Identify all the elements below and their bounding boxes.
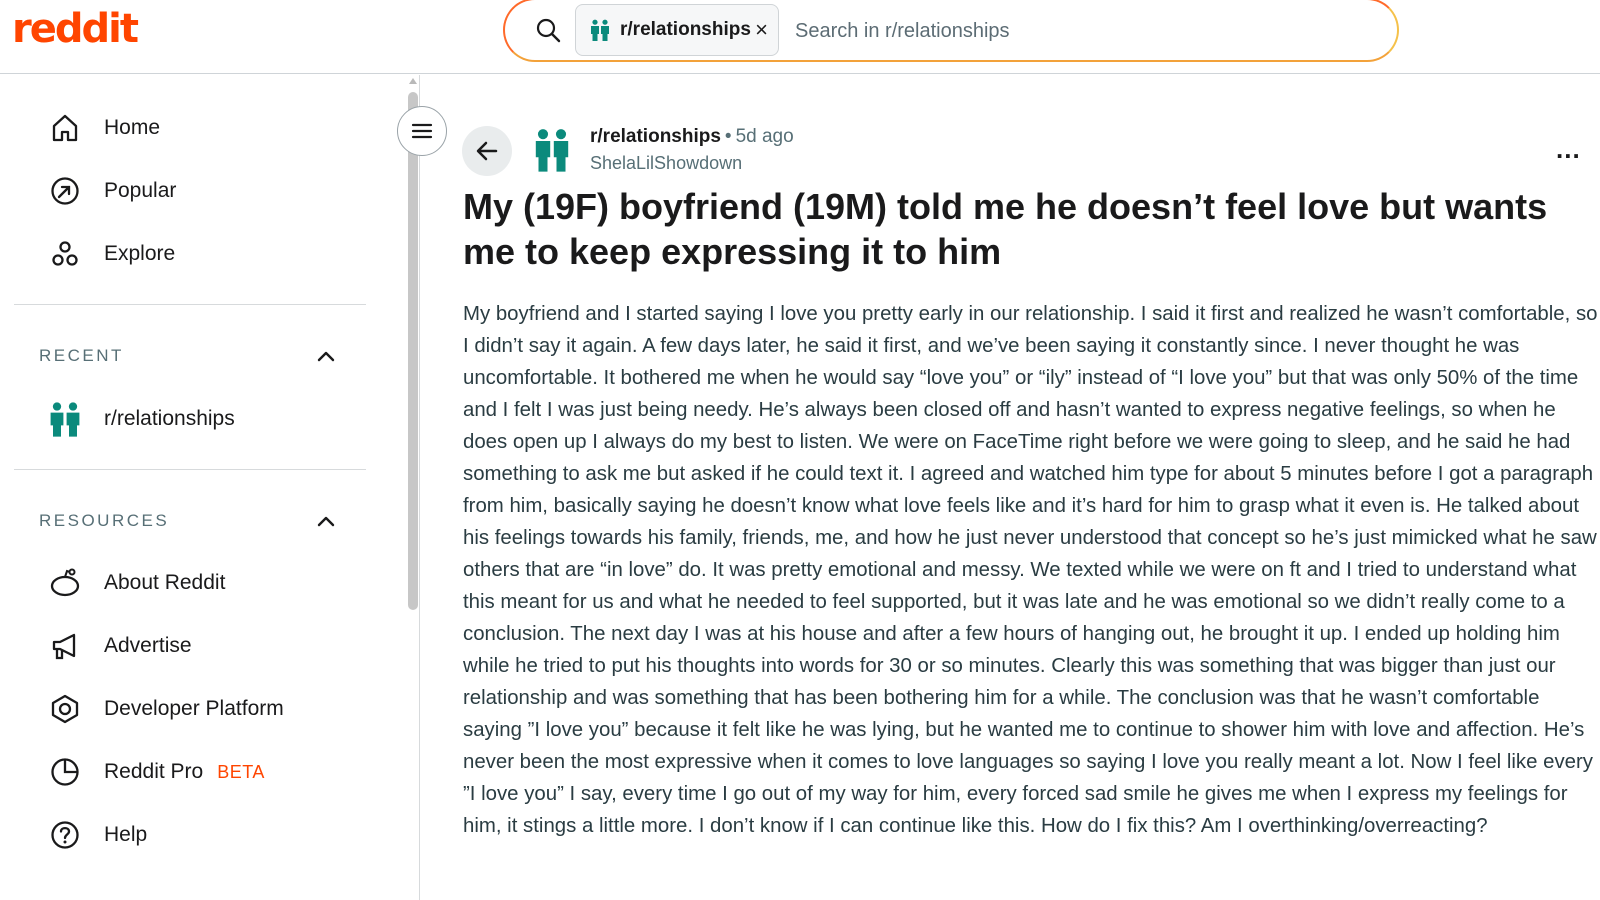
subreddit-icon: [591, 19, 609, 41]
home-icon: [48, 111, 82, 145]
post-author[interactable]: ShelaLilShowdown: [590, 153, 742, 174]
sidebar-item-home[interactable]: Home: [48, 108, 160, 148]
more-options-button[interactable]: ...: [1556, 134, 1581, 165]
sidebar-item-label: Advertise: [104, 634, 192, 657]
sidebar-item-popular[interactable]: Popular: [48, 171, 176, 211]
meta-separator: •: [724, 126, 732, 147]
filter-chip-label: r/relationships: [620, 19, 751, 40]
subreddit-icon: [48, 402, 82, 437]
search-input[interactable]: [795, 16, 1355, 46]
reddit-logo[interactable]: reddit: [12, 6, 139, 52]
chevron-up-icon[interactable]: [314, 344, 338, 368]
help-icon: [48, 818, 82, 852]
about-icon: [48, 566, 82, 600]
sidebar-item-label: About Reddit: [104, 571, 226, 594]
divider: [14, 304, 366, 305]
close-icon[interactable]: ×: [755, 16, 768, 44]
sidebar-item-relationships[interactable]: r/relationships: [48, 399, 235, 439]
sidebar-item-label: Developer Platform: [104, 697, 284, 720]
recent-section-title: RECENT: [39, 346, 124, 365]
arrow-left-icon: [476, 141, 498, 161]
sidebar-scrollbar[interactable]: [408, 92, 418, 610]
post-meta: r/relationships • 5d ago: [590, 126, 794, 148]
sidebar-item-advertise[interactable]: Advertise: [48, 626, 192, 666]
beta-badge: BETA: [217, 761, 265, 782]
scroll-up-arrow[interactable]: [409, 78, 417, 84]
search-bar[interactable]: r/relationships ×: [503, 0, 1399, 62]
sidebar-item-explore[interactable]: Explore: [48, 234, 175, 274]
back-button[interactable]: [462, 126, 512, 176]
sidebar-item-developer-platform[interactable]: Developer Platform: [48, 689, 284, 729]
subreddit-avatar[interactable]: [534, 128, 570, 172]
hamburger-icon: [411, 123, 433, 139]
developer-icon: [48, 692, 82, 726]
sidebar-item-about-reddit[interactable]: About Reddit: [48, 563, 225, 603]
sidebar-item-reddit-pro[interactable]: Reddit Pro BETA: [48, 752, 265, 792]
chevron-up-icon[interactable]: [314, 509, 338, 533]
sidebar-item-label: Popular: [104, 179, 177, 202]
top-header: reddit r/relationships ×: [0, 0, 1600, 74]
resources-section-title: RESOURCES: [39, 511, 170, 530]
left-sidebar: Home Popular Explore RECENT r/relationsh…: [0, 75, 420, 900]
sidebar-toggle-button[interactable]: [397, 106, 447, 156]
post-body: My boyfriend and I started saying I love…: [463, 303, 1598, 837]
search-icon: [536, 18, 561, 43]
sidebar-item-label: Reddit Pro: [104, 760, 204, 783]
pro-icon: [48, 755, 82, 789]
sidebar-item-label: Explore: [104, 242, 176, 265]
sidebar-item-label: r/relationships: [104, 407, 235, 430]
sidebar-item-label: Help: [104, 823, 148, 846]
sidebar-item-help[interactable]: Help: [48, 815, 147, 855]
explore-icon: [48, 237, 82, 271]
post-age: 5d ago: [735, 126, 794, 147]
sidebar-item-label: Home: [104, 116, 161, 139]
post-title: My (19F) boyfriend (19M) told me he does…: [463, 186, 1548, 272]
subreddit-filter-chip[interactable]: r/relationships ×: [575, 4, 779, 56]
subreddit-link[interactable]: r/relationships: [590, 126, 721, 147]
divider: [14, 469, 366, 470]
popular-icon: [48, 174, 82, 208]
megaphone-icon: [48, 629, 82, 663]
